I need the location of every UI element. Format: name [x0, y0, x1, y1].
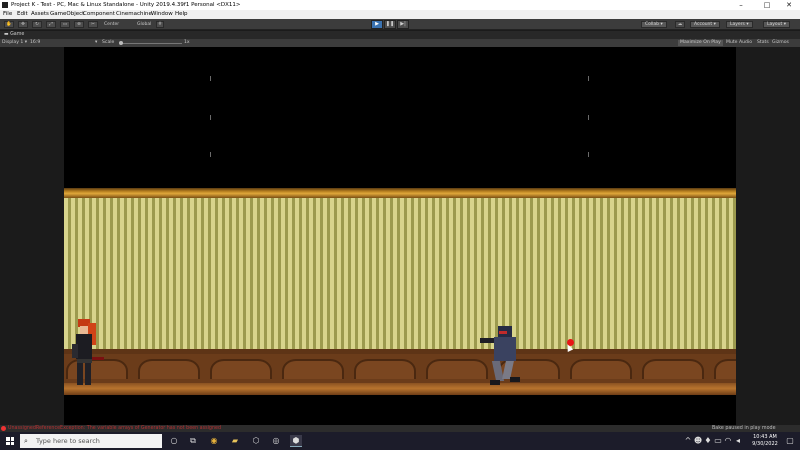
floor: [64, 395, 736, 425]
menu-cinemachine[interactable]: Cinemachine: [116, 10, 152, 19]
striped-wallpaper: [64, 198, 736, 350]
wainscot-arch: [210, 359, 272, 379]
game-view-toolbar: Display 1 ▾ 16:9 ▾ Scale 1x Maximize On …: [0, 39, 800, 47]
menu-window[interactable]: Window: [151, 10, 173, 19]
cloud-icon[interactable]: ☁: [675, 21, 685, 28]
pivot-toggle[interactable]: Center: [104, 21, 119, 28]
wainscot-arch: [714, 359, 736, 379]
baseboard: [64, 383, 736, 395]
sky-mark: [588, 115, 589, 120]
windows-start-icon[interactable]: [6, 437, 14, 445]
close-button[interactable]: ✕: [778, 0, 800, 10]
maximize-on-play-toggle[interactable]: Maximize On Play: [678, 40, 723, 46]
wainscot-arch: [282, 359, 344, 379]
game-tab-strip: [0, 31, 800, 39]
gizmos-dropdown[interactable]: Gizmos: [772, 39, 789, 47]
layers-dropdown[interactable]: Layers ▾: [726, 21, 753, 28]
aspect-chevron-icon[interactable]: ▾: [95, 39, 97, 47]
editor-toolbar: ✋ ✥ ↻ ⤢ ▭ ⊕ ✂ Center Global # ▶ ❚❚ ▶| Co…: [0, 19, 800, 30]
move-tool-icon[interactable]: ✥: [18, 21, 28, 28]
enemy-soldier: [480, 326, 520, 388]
layout-dropdown[interactable]: Layout ▾: [763, 21, 791, 28]
transform-tool-icon[interactable]: ⊕: [74, 21, 84, 28]
menu-gameobject[interactable]: GameObject: [50, 10, 84, 19]
search-placeholder: Type here to search: [36, 437, 100, 445]
scale-tool-icon[interactable]: ⤢: [46, 21, 56, 28]
display-dropdown[interactable]: Display 1 ▾: [2, 39, 27, 47]
console-error-message[interactable]: UnassignedReferenceException: The variab…: [8, 425, 221, 432]
menu-edit[interactable]: Edit: [17, 10, 28, 19]
error-icon: [1, 426, 6, 431]
scale-label: Scale: [102, 40, 115, 45]
wainscot-arch: [138, 359, 200, 379]
aspect-label: 16:9: [30, 40, 41, 45]
menu-component[interactable]: Component: [83, 10, 115, 19]
wainscot-arch: [426, 359, 488, 379]
search-icon: ⌕: [24, 437, 28, 445]
cortana-icon[interactable]: ○: [168, 435, 180, 447]
player-character: [72, 319, 104, 387]
wainscot-arch: [354, 359, 416, 379]
mute-audio-toggle[interactable]: Mute Audio: [726, 39, 752, 47]
custom-tool-icon[interactable]: ✂: [88, 21, 98, 28]
game-viewport[interactable]: [64, 47, 736, 425]
clock-date: 9/30/2022: [752, 441, 778, 447]
volume-icon[interactable]: ◂: [732, 435, 744, 447]
sky-mark: [210, 115, 211, 120]
scale-slider[interactable]: [120, 42, 182, 44]
file-explorer-icon[interactable]: ▰: [229, 435, 241, 447]
unity-editor-icon[interactable]: ⬢: [290, 435, 302, 447]
layout-label: Layout: [767, 22, 783, 27]
menu-bar: File Edit Assets GameObject Component Ci…: [0, 10, 800, 19]
taskbar-clock[interactable]: 10:43 AM 9/30/2022: [748, 434, 782, 448]
wainscot-arch: [642, 359, 704, 379]
account-dropdown[interactable]: Account ▾: [690, 21, 720, 28]
step-button[interactable]: ▶|: [397, 20, 409, 29]
notification-icon[interactable]: ▢: [784, 435, 796, 447]
sky-mark: [210, 152, 211, 157]
grid-snap-icon[interactable]: #: [156, 21, 164, 28]
task-view-icon[interactable]: ⧉: [187, 435, 199, 447]
scale-value: 1x: [184, 40, 190, 45]
aspect-dropdown[interactable]: 16:9: [30, 39, 40, 47]
layers-label: Layers: [730, 22, 745, 27]
window-title: Project K - Test - PC, Mac & Linux Stand…: [11, 2, 241, 8]
display-label: Display 1: [2, 40, 24, 45]
stats-toggle[interactable]: Stats: [757, 39, 769, 47]
collab-dropdown[interactable]: Collab ▾: [641, 21, 667, 28]
unity-hub-icon[interactable]: ⬡: [250, 435, 262, 447]
tab-game[interactable]: ▬ Game: [1, 31, 27, 39]
unity-app-icon: [2, 2, 8, 8]
taskbar-search-box[interactable]: ⌕ Type here to search: [20, 434, 162, 448]
console-status-bar[interactable]: UnassignedReferenceException: The variab…: [0, 425, 800, 432]
maximize-button[interactable]: □: [756, 0, 778, 10]
sky-mark: [588, 76, 589, 81]
global-toggle[interactable]: Global: [137, 21, 151, 28]
game-tab-label: Game: [10, 32, 25, 37]
window-title-bar: Project K - Test - PC, Mac & Linux Stand…: [0, 0, 800, 10]
collab-label: Collab: [645, 22, 660, 27]
hand-tool-icon[interactable]: ✋: [4, 21, 14, 28]
chrome-icon[interactable]: ◉: [208, 435, 220, 447]
menu-file[interactable]: File: [3, 10, 12, 19]
wainscot-arch: [570, 359, 632, 379]
sky-mark: [588, 152, 589, 157]
menu-assets[interactable]: Assets: [31, 10, 49, 19]
menu-help[interactable]: Help: [175, 10, 188, 19]
obs-icon[interactable]: ◎: [270, 435, 282, 447]
bake-status: Bake paused in play mode: [712, 426, 776, 431]
rotate-tool-icon[interactable]: ↻: [32, 21, 42, 28]
pause-button[interactable]: ❚❚: [384, 20, 396, 29]
play-button[interactable]: ▶: [371, 20, 383, 29]
minimize-button[interactable]: –: [730, 0, 752, 10]
clock-time: 10:43 AM: [753, 434, 777, 440]
account-label: Account: [694, 22, 713, 27]
sky-mark: [210, 76, 211, 81]
scale-slider-handle[interactable]: [119, 40, 123, 45]
ceiling-molding: [64, 188, 736, 198]
windows-taskbar: ⌕ Type here to search ○ ⧉ ◉ ▰ ⬡ ◎ ⬢ ^ ☻ …: [0, 432, 800, 450]
rect-tool-icon[interactable]: ▭: [60, 21, 70, 28]
screen: Project K - Test - PC, Mac & Linux Stand…: [0, 0, 800, 450]
